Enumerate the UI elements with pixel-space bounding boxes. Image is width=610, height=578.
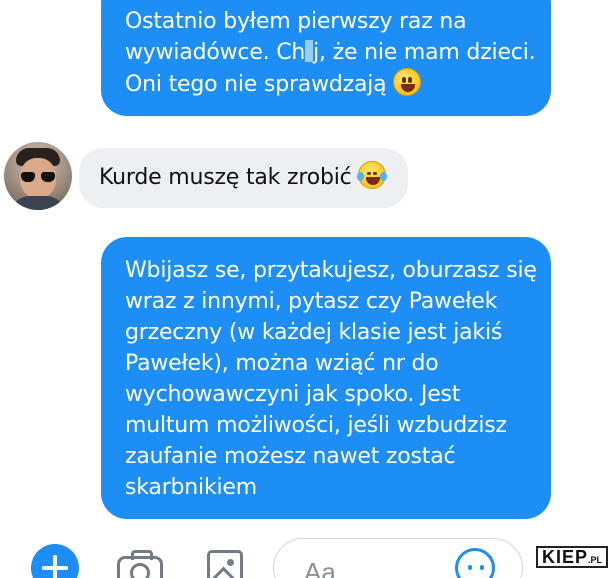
- message-line: Pawełek), można wziąć nr do: [125, 351, 439, 376]
- tears-of-joy-icon: [357, 161, 388, 189]
- grinning-face-icon: [393, 68, 422, 96]
- message-line-part: j, że nie mam dzieci.: [313, 40, 536, 65]
- message-line: wychowawczyni jak spoko. Jest: [125, 382, 461, 407]
- outgoing-message[interactable]: Wbijasz se, przytakujesz, oburzasz się w…: [101, 237, 551, 519]
- message-thread: Ostatnio byłem pierwszy raz na wywiadówc…: [0, 0, 610, 520]
- camera-icon[interactable]: [117, 550, 163, 578]
- outgoing-message[interactable]: Ostatnio byłem pierwszy raz na wywiadówc…: [101, 0, 551, 116]
- watermark-suffix: .PL: [588, 555, 603, 565]
- message-input-placeholder: Aa: [304, 557, 336, 578]
- image-icon[interactable]: [207, 550, 243, 578]
- message-text: Kurde muszę tak zrobić: [99, 165, 352, 190]
- avatar[interactable]: [4, 142, 72, 210]
- incoming-message[interactable]: Kurde muszę tak zrobić: [79, 148, 408, 208]
- message-line: multum możliwości, jeśli wzbudzisz: [125, 413, 507, 438]
- message-line: wywiadówce. Ch j, że nie mam dzieci.: [125, 37, 536, 68]
- watermark-logo: KIEP.PL: [536, 546, 609, 568]
- message-line: skarbnikiem: [125, 475, 257, 500]
- message-line: wraz z innymi, pytasz czy Pawełek: [125, 289, 498, 314]
- censor-blur: [305, 40, 314, 62]
- message-line: Oni tego nie sprawdzają: [125, 68, 529, 100]
- message-line: Ostatnio byłem pierwszy raz na: [125, 9, 467, 34]
- message-line: zaufanie możesz nawet zostać: [125, 444, 456, 469]
- message-line: grzeczny (w każdej klasie jest jakiś: [125, 320, 503, 345]
- message-line: Wbijasz se, przytakujesz, oburzasz się: [125, 258, 537, 283]
- message-line-part: Oni tego nie sprawdzają: [125, 72, 387, 97]
- message-line-part: wywiadówce. Ch: [125, 40, 306, 65]
- watermark-text: KIEP: [542, 547, 589, 567]
